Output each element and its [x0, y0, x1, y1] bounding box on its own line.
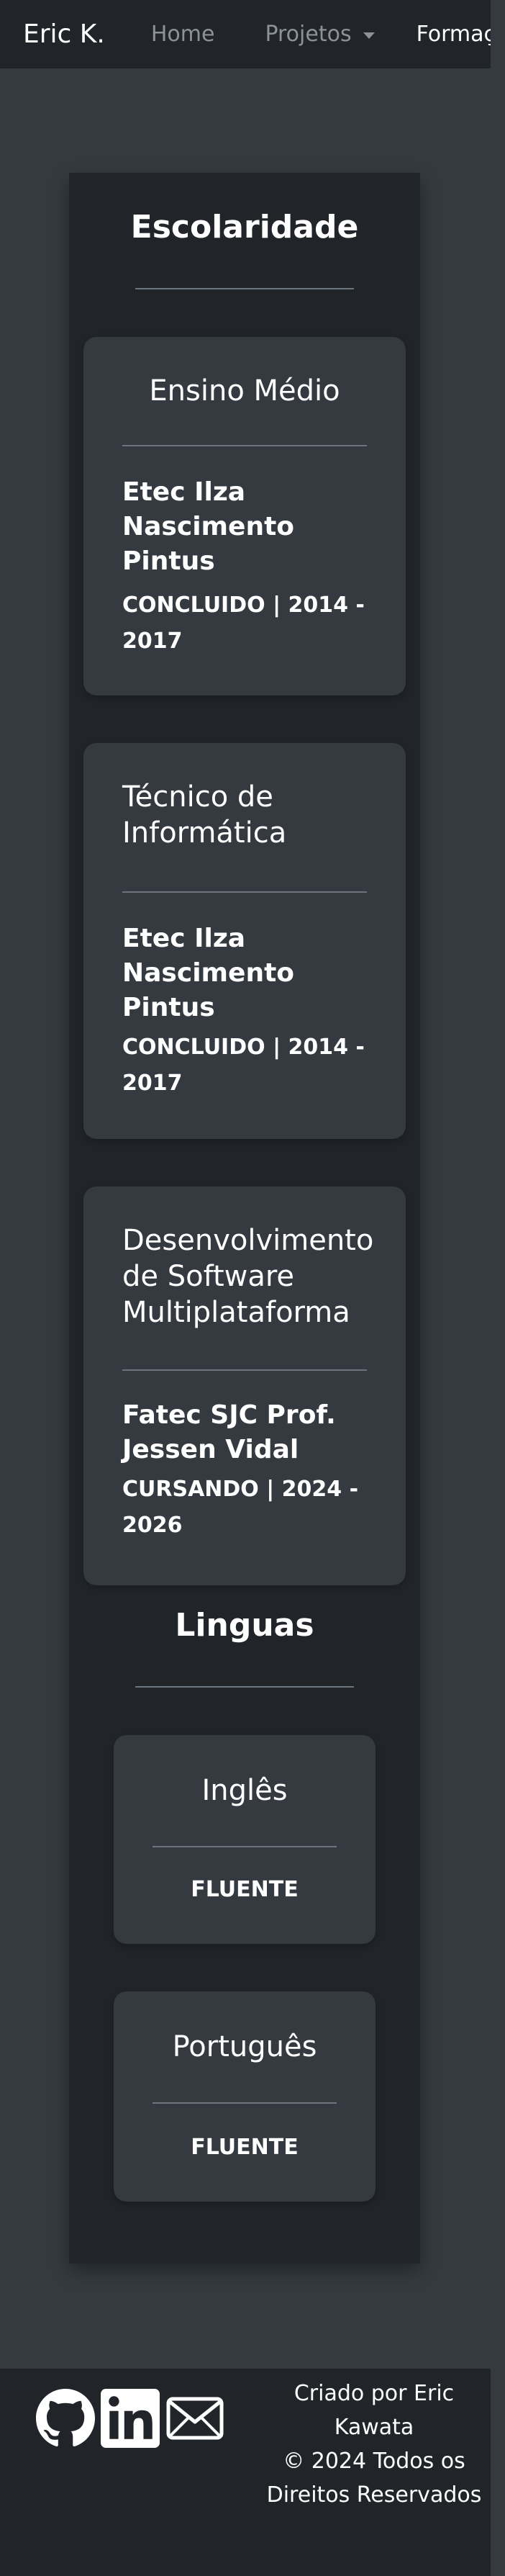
card-divider	[122, 445, 367, 446]
language-card: Inglês FLUENTE	[114, 1735, 376, 1944]
card-divider	[153, 1846, 337, 1847]
section-divider	[135, 288, 354, 289]
card-language: Inglês	[201, 1774, 288, 1807]
footer-copyright: © 2024 Todos os Direitos Reservados	[266, 2449, 482, 2508]
education-card: Desenvolvimento de Software Multiplatafo…	[83, 1186, 406, 1585]
card-school: Etec Ilza Nascimento Pintus	[122, 477, 295, 576]
languages-title: Linguas	[175, 1607, 314, 1644]
github-icon[interactable]	[36, 2389, 95, 2451]
brand-link[interactable]: Eric K.	[23, 19, 105, 49]
nav-home[interactable]: Home	[151, 22, 215, 47]
footer-credit: Criado por Eric Kawata	[294, 2381, 455, 2440]
card-status: CONCLUIDO | 2014 - 2017	[122, 593, 365, 654]
nav-formacao[interactable]: Formação	[417, 22, 491, 47]
email-icon[interactable]	[165, 2395, 224, 2445]
card-school: Fatec SJC Prof. Jessen Vidal	[122, 1400, 336, 1464]
card-language: Português	[172, 2030, 317, 2063]
card-school: Etec Ilza Nascimento Pintus	[122, 924, 295, 1022]
section-divider	[135, 1686, 354, 1688]
card-status: CONCLUIDO | 2014 - 2017	[122, 1035, 365, 1096]
card-level: FLUENTE	[191, 2135, 299, 2160]
education-card: Técnico de Informática Etec Ilza Nascime…	[83, 743, 406, 1139]
card-divider	[153, 2102, 337, 2104]
nav-projetos-dropdown[interactable]: Projetos	[265, 22, 375, 47]
card-divider	[122, 891, 367, 893]
nav-projetos-label: Projetos	[265, 22, 352, 47]
card-course: Técnico de Informática	[122, 780, 287, 850]
language-card: Português FLUENTE	[114, 1991, 376, 2202]
education-card: Ensino Médio Etec Ilza Nascimento Pintus…	[83, 337, 406, 695]
linkedin-icon[interactable]	[101, 2389, 160, 2451]
card-course: Ensino Médio	[149, 374, 340, 407]
education-title: Escolaridade	[130, 209, 359, 246]
card-level: FLUENTE	[191, 1877, 299, 1902]
card-course: Desenvolvimento de Software Multiplatafo…	[122, 1224, 374, 1329]
caret-down-icon	[363, 32, 375, 39]
scrollbar-track[interactable]	[491, 0, 505, 68]
card-divider	[122, 1369, 367, 1371]
navbar: Eric K. Home Projetos Formação	[0, 0, 491, 68]
footer-edge	[491, 2369, 505, 2576]
education-panel: Escolaridade Ensino Médio Etec Ilza Nasc…	[69, 173, 420, 2264]
card-status: CURSANDO | 2024 - 2026	[122, 1477, 359, 1538]
footer-text: Criado por Eric Kawata © 2024 Todos os D…	[259, 2377, 489, 2512]
